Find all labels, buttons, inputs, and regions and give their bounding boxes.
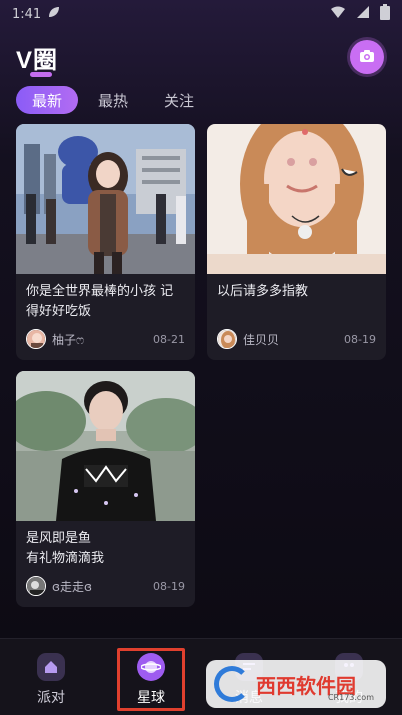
wifi-icon bbox=[330, 5, 346, 23]
post-meta: 柚子ෆ 08-21 bbox=[26, 328, 185, 350]
avatar[interactable] bbox=[217, 329, 237, 349]
post-card[interactable]: 你是全世界最棒的小孩 记得好好吃饭 柚子ෆ 08-21 bbox=[16, 124, 195, 360]
camera-icon bbox=[359, 48, 375, 67]
watermark: 西西软件园 CR173.com bbox=[206, 660, 386, 708]
highlight-frame bbox=[117, 648, 185, 711]
post-meta: ɞ走走ɞ 08-19 bbox=[26, 575, 185, 597]
camera-button[interactable] bbox=[350, 40, 384, 74]
nav-label: 派对 bbox=[37, 690, 65, 706]
post-date: 08-21 bbox=[153, 332, 185, 346]
tab-latest[interactable]: 最新 bbox=[16, 86, 79, 114]
watermark-logo-icon bbox=[214, 666, 250, 702]
author-name[interactable]: 佳贝贝 bbox=[243, 331, 279, 348]
battery-icon bbox=[380, 4, 390, 24]
post-image bbox=[16, 124, 195, 274]
avatar[interactable] bbox=[26, 329, 46, 349]
house-icon bbox=[37, 653, 65, 681]
post-meta: 佳贝贝 08-19 bbox=[217, 328, 376, 350]
feed-tabs: 最新 最热 关注 bbox=[16, 86, 210, 114]
post-title: 以后请多多指教 bbox=[217, 284, 309, 299]
post-image bbox=[207, 124, 386, 274]
post-date: 08-19 bbox=[153, 579, 185, 593]
author-name[interactable]: 柚子ෆ bbox=[52, 331, 84, 348]
app-logo: V圈 bbox=[16, 47, 59, 74]
post-card[interactable]: 以后请多多指教 佳贝贝 08-19 bbox=[207, 124, 386, 360]
post-image bbox=[16, 371, 195, 521]
leaf-icon bbox=[47, 5, 61, 23]
post-title: 你是全世界最棒的小孩 记得好好吃饭 bbox=[26, 284, 174, 319]
logo-underline bbox=[30, 72, 52, 77]
signal-icon bbox=[356, 5, 370, 23]
post-title: 是风即是鱼 有礼物滴滴我 bbox=[26, 531, 105, 566]
tab-follow[interactable]: 关注 bbox=[148, 86, 210, 114]
status-bar: 1:41 bbox=[0, 0, 402, 28]
avatar[interactable] bbox=[26, 576, 46, 596]
watermark-url: CR173.com bbox=[327, 693, 374, 702]
post-date: 08-19 bbox=[344, 332, 376, 346]
author-name[interactable]: ɞ走走ɞ bbox=[52, 578, 92, 595]
status-time: 1:41 bbox=[12, 6, 42, 22]
post-card[interactable]: 是风即是鱼 有礼物滴滴我 ɞ走走ɞ 08-19 bbox=[16, 371, 195, 607]
header: V圈 bbox=[0, 38, 402, 78]
tab-hot[interactable]: 最热 bbox=[82, 86, 144, 114]
nav-item-party[interactable]: 派对 bbox=[16, 653, 86, 707]
